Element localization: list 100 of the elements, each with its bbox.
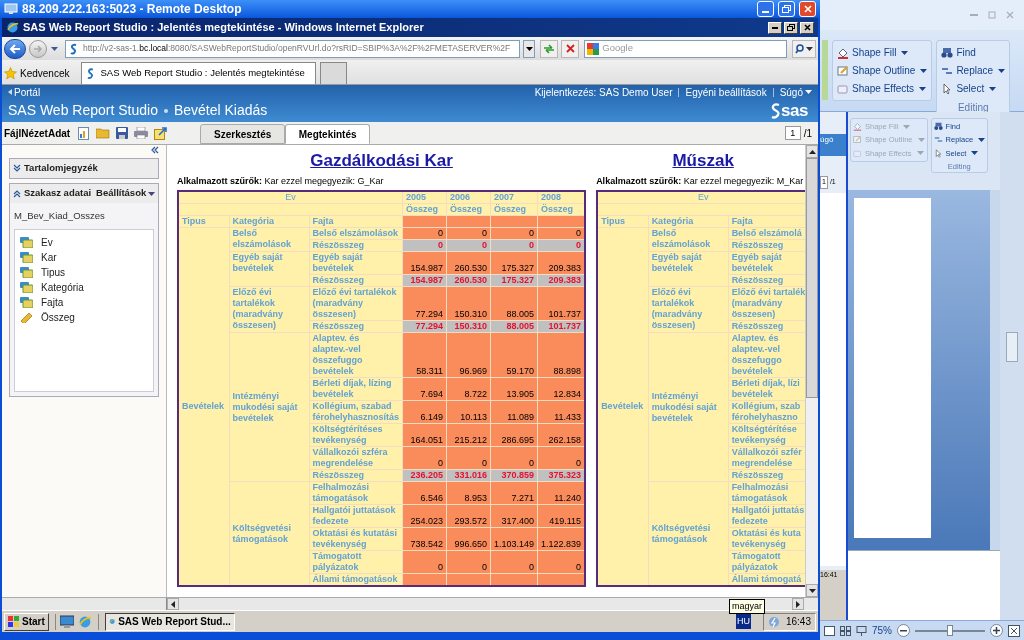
pencil-icon bbox=[837, 64, 849, 77]
printer-icon[interactable] bbox=[134, 127, 149, 139]
column-header: 2005 bbox=[402, 191, 447, 204]
category-icon bbox=[20, 237, 33, 249]
data-source-label: M_Bev_Kiad_Osszes bbox=[14, 209, 106, 223]
value-cell: 88.005 bbox=[506, 321, 535, 331]
column-header: 2007 bbox=[490, 191, 538, 204]
new-tab-button[interactable] bbox=[320, 62, 348, 84]
back-arrow-icon bbox=[9, 43, 21, 54]
options-menu[interactable]: Beállítások bbox=[96, 186, 156, 201]
desktop-icon[interactable] bbox=[59, 615, 74, 628]
data-item[interactable]: Tipus bbox=[20, 266, 148, 280]
fit-window-icon[interactable] bbox=[1008, 624, 1020, 637]
ribbon-button[interactable]: Find bbox=[941, 45, 1006, 60]
favorites-button[interactable]: Kedvencek bbox=[4, 62, 70, 84]
value-cell: 13.905 bbox=[506, 389, 535, 399]
grid-view-icon[interactable] bbox=[840, 625, 851, 636]
scroll-down-button[interactable] bbox=[806, 584, 818, 597]
value-cell: 260.530 bbox=[454, 263, 488, 273]
taskbar-button[interactable]: SAS Web Report Stud... bbox=[104, 612, 235, 631]
row-header: Vállalkozói szféra megrendelése bbox=[312, 447, 389, 469]
row-header: Egyéb saját bevételek bbox=[731, 252, 783, 274]
ribbon-button[interactable]: Shape Fill bbox=[837, 45, 928, 60]
portal-link[interactable]: Portál bbox=[8, 84, 41, 100]
header-link[interactable]: Súgó bbox=[779, 84, 812, 100]
value-cell: 996.650 bbox=[454, 539, 488, 549]
data-item[interactable]: Fajta bbox=[20, 296, 148, 310]
header-link[interactable]: Egyéni beállítások bbox=[685, 84, 767, 100]
caret-icon bbox=[978, 137, 986, 142]
value-cell: 175.327 bbox=[501, 263, 535, 273]
value-cell: 0 bbox=[438, 240, 444, 250]
triangle-left-icon bbox=[171, 600, 175, 608]
close-button[interactable] bbox=[800, 21, 814, 34]
back-button[interactable] bbox=[4, 38, 26, 59]
view-tab[interactable]: Megtekintés bbox=[285, 124, 371, 144]
refresh-icon bbox=[543, 43, 556, 54]
search-button[interactable] bbox=[792, 39, 816, 58]
restore-button[interactable] bbox=[784, 21, 798, 34]
view-tab[interactable]: Szerkesztés bbox=[200, 124, 286, 144]
caret-icon bbox=[901, 50, 909, 55]
data-item[interactable]: Kategória bbox=[20, 281, 148, 295]
scrollbar-thumb[interactable] bbox=[1006, 332, 1018, 362]
value-cell: 262.158 bbox=[548, 435, 582, 445]
restore-icon bbox=[787, 24, 795, 31]
language-indicator[interactable]: HU bbox=[735, 614, 751, 629]
row-header: Bevételek bbox=[182, 401, 225, 411]
zoom-slider-handle[interactable] bbox=[946, 624, 953, 636]
row-header: Belső elszámolá bbox=[731, 228, 803, 239]
ribbon-button[interactable]: Shape Outline bbox=[837, 63, 928, 78]
header-link[interactable]: Kijelentkezés: SAS Demo User bbox=[534, 84, 673, 100]
report-title[interactable]: Gazdálkodási Kar bbox=[310, 151, 453, 171]
data-item[interactable]: Kar bbox=[20, 251, 148, 265]
search-field[interactable]: Google bbox=[584, 39, 788, 58]
scroll-right-button[interactable] bbox=[792, 598, 804, 610]
menu-item[interactable]: Adat bbox=[47, 125, 71, 141]
export-icon[interactable] bbox=[154, 126, 168, 140]
ribbon-button[interactable]: Select bbox=[941, 81, 1006, 96]
search-icon bbox=[795, 43, 804, 54]
value-cell: 0 bbox=[529, 458, 535, 468]
menu-item[interactable]: Fájl bbox=[4, 125, 22, 141]
row-header: Alaptev. és alaptev.-vel összefuggo bevételek bbox=[312, 333, 364, 377]
zoom-out-button[interactable] bbox=[897, 624, 910, 637]
data-item[interactable]: Ev bbox=[20, 236, 148, 250]
pencil-icon bbox=[853, 135, 862, 145]
report-name: Bevétel Kiadás bbox=[173, 101, 268, 120]
scrollbar-thumb[interactable] bbox=[806, 158, 818, 398]
value-cell: 101.737 bbox=[548, 321, 582, 331]
section-title[interactable]: Szakasz adatai bbox=[24, 186, 92, 201]
menu-item[interactable]: Nézet bbox=[21, 125, 48, 141]
value-cell: 6.149 bbox=[420, 412, 444, 422]
data-item[interactable]: Összeg bbox=[20, 311, 148, 325]
row-header: Oktatási és kuta tevékenység bbox=[731, 528, 802, 550]
scroll-left-button[interactable] bbox=[167, 598, 179, 610]
ribbon-button[interactable]: Shape Effects bbox=[837, 81, 928, 96]
caret-icon bbox=[805, 90, 812, 94]
zoom-in-button[interactable] bbox=[990, 624, 1003, 637]
page-field[interactable]: 1 bbox=[784, 126, 801, 140]
expand-icon[interactable] bbox=[13, 164, 21, 173]
search-input[interactable]: Google bbox=[602, 41, 783, 56]
browser-tab[interactable]: SAS Web Report Studio : Jelentés megtekintése bbox=[81, 62, 317, 84]
value-cell: 419.115 bbox=[549, 516, 582, 526]
row-header: Részösszeg bbox=[312, 275, 366, 286]
minimize-button[interactable] bbox=[768, 21, 782, 34]
address-dropdown[interactable] bbox=[523, 39, 536, 58]
stop-button[interactable] bbox=[561, 39, 580, 58]
save-icon[interactable] bbox=[116, 127, 129, 139]
collapse-icon[interactable] bbox=[151, 146, 159, 154]
value-cell: 254.023 bbox=[410, 516, 444, 526]
slideshow-icon[interactable] bbox=[856, 625, 867, 636]
clock: 16:43 bbox=[785, 615, 811, 629]
address-field[interactable]: http://v2-sas-1.bc.local:8080/SASWebReportStudio/openRVUrl.do?rsRID=SBIP%3A%2F%2FMETASERVER%2F bbox=[64, 39, 521, 58]
value-cell: 0 bbox=[576, 458, 582, 468]
ribbon-button[interactable]: Replace bbox=[941, 63, 1006, 78]
report-title[interactable]: Műszak bbox=[672, 151, 734, 171]
report-icon[interactable] bbox=[78, 126, 91, 140]
caret-icon bbox=[989, 86, 997, 91]
normal-view-icon[interactable] bbox=[824, 625, 835, 636]
start-button[interactable]: Start bbox=[4, 612, 49, 631]
collapse-icon[interactable] bbox=[13, 189, 21, 198]
scroll-up-button[interactable] bbox=[806, 145, 818, 158]
